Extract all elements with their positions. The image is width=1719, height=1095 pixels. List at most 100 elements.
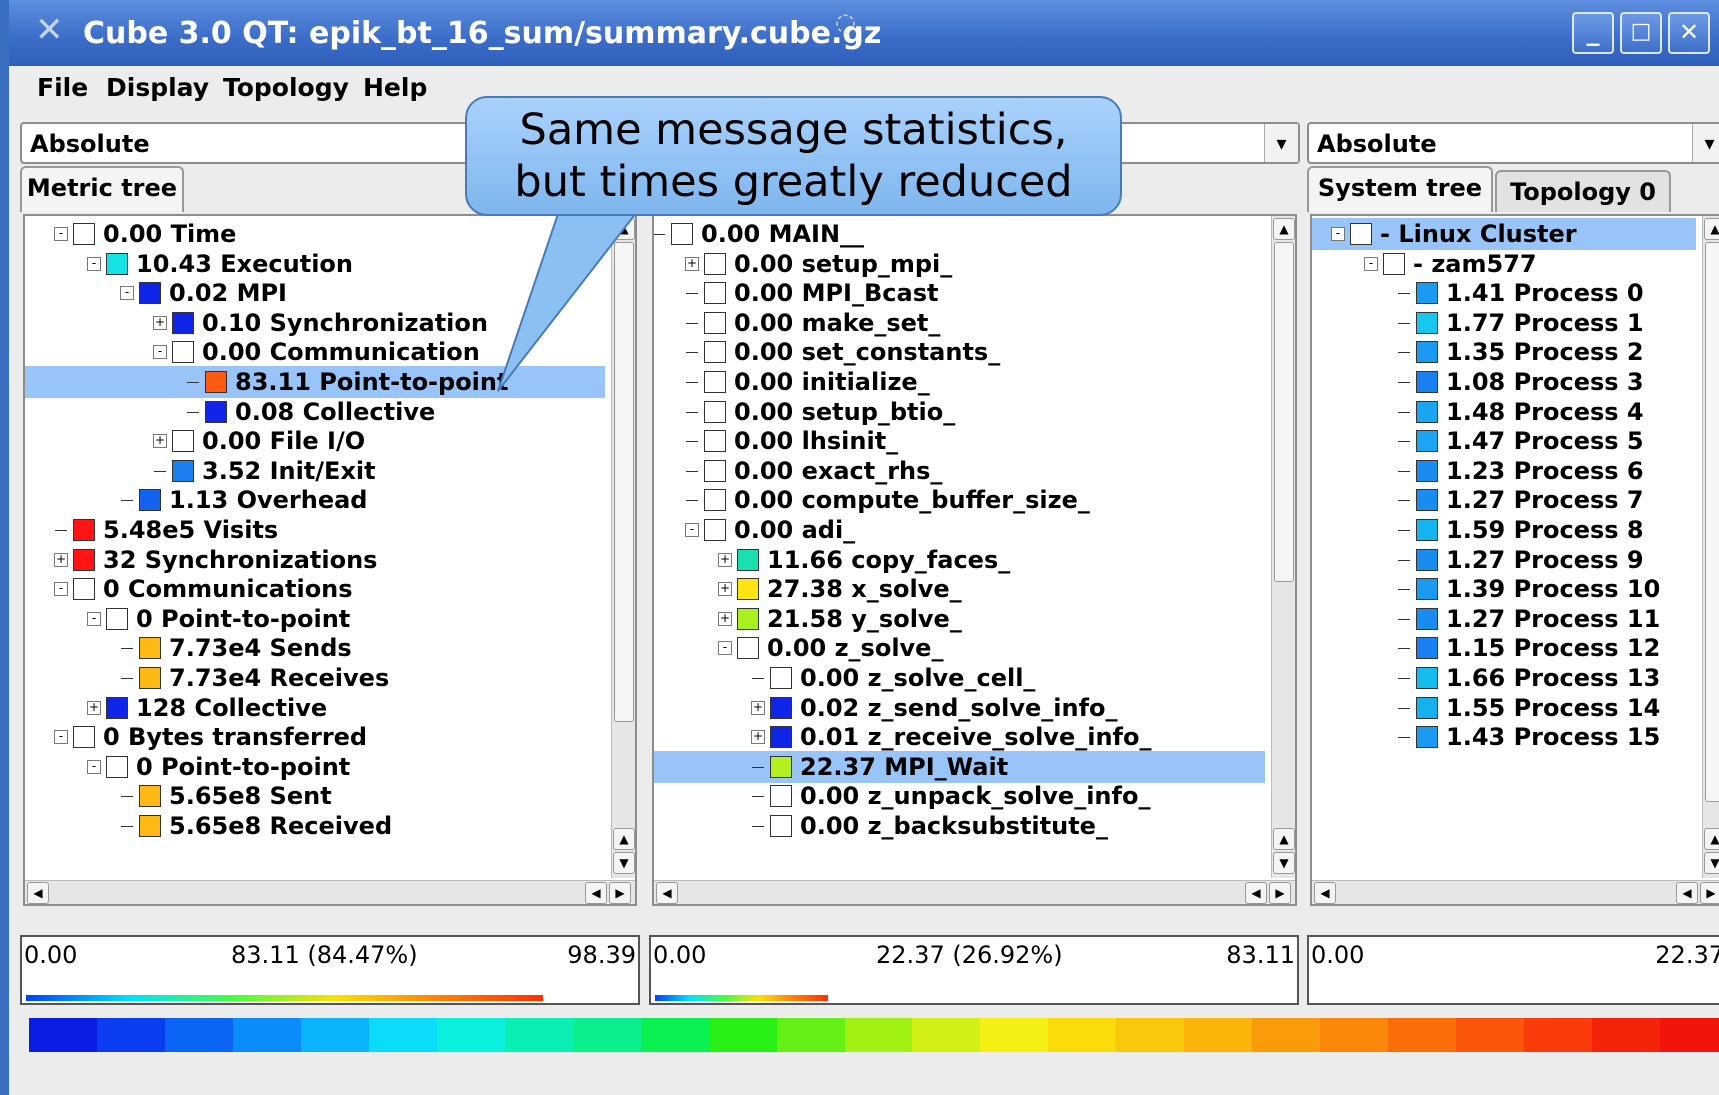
expand-icon[interactable]: +	[751, 730, 765, 745]
menu-file[interactable]: File	[37, 73, 88, 102]
calltree-row[interactable]: +11.66 copy_faces_	[654, 544, 1265, 576]
maximize-button[interactable]: □	[1620, 12, 1662, 54]
expand-icon[interactable]: +	[718, 582, 732, 597]
calltree-row[interactable]: +27.38 x_solve_	[654, 573, 1265, 605]
calltree-row[interactable]: 0.00 initialize_	[654, 366, 1265, 398]
calltree-row[interactable]: +21.58 y_solve_	[654, 603, 1265, 635]
expand-icon[interactable]: +	[87, 700, 101, 715]
title-bar[interactable]: ✕ Cube 3.0 QT: epik_bt_16_sum/summary.cu…	[9, 0, 1719, 66]
metric-row[interactable]: 5.65e8 Sent	[25, 780, 605, 812]
calltree-row[interactable]: 0.00 exact_rhs_	[654, 455, 1265, 487]
expand-icon[interactable]: +	[685, 256, 699, 271]
metric-vertical-scrollbar[interactable]: ▲ ▲ ▼	[611, 216, 635, 878]
system-row[interactable]: 1.35 Process 2	[1312, 336, 1696, 368]
system-row[interactable]: 1.77 Process 1	[1312, 307, 1696, 339]
calltree-row[interactable]: +0.00 setup_mpi_	[654, 248, 1265, 280]
scroll-up-icon[interactable]: ▲	[613, 828, 635, 850]
collapse-icon[interactable]: -	[685, 523, 699, 537]
collapse-icon[interactable]: -	[718, 641, 732, 656]
scroll-left-icon[interactable]: ◀	[1676, 882, 1698, 904]
system-row[interactable]: 1.27 Process 11	[1312, 603, 1696, 635]
metric-row[interactable]: - 0 Communications	[25, 573, 605, 605]
scroll-left-icon[interactable]: ◀	[1314, 882, 1336, 904]
minimize-button[interactable]: _	[1572, 12, 1614, 54]
scroll-thumb[interactable]	[614, 242, 634, 722]
metric-row[interactable]: 5.65e8 Received	[25, 810, 605, 842]
system-mode-select[interactable]: Absolute ▾	[1307, 122, 1719, 164]
metric-row[interactable]: 83.11 Point-to-point	[25, 366, 605, 398]
scroll-up-icon[interactable]: ▲	[1704, 218, 1719, 240]
system-row[interactable]: 1.47 Process 5	[1312, 425, 1696, 457]
calltree-row[interactable]: +0.02 z_send_solve_info_	[654, 692, 1265, 724]
scroll-down-icon[interactable]: ▼	[1704, 852, 1719, 874]
metric-row[interactable]: - 0.00 Time	[25, 218, 605, 250]
collapse-icon[interactable]: -	[120, 286, 134, 301]
expand-icon[interactable]: +	[153, 434, 167, 449]
metric-row[interactable]: - 0 Point-to-point	[25, 603, 605, 635]
metric-row[interactable]: - 0.02 MPI	[25, 277, 605, 309]
metric-row[interactable]: - 0 Point-to-point	[25, 751, 605, 783]
system-row[interactable]: 1.66 Process 13	[1312, 662, 1696, 694]
calltree-row[interactable]: 0.00 compute_buffer_size_	[654, 484, 1265, 516]
expand-icon[interactable]: +	[54, 552, 68, 567]
collapse-icon[interactable]: -	[1331, 227, 1345, 241]
system-row[interactable]: 1.55 Process 14	[1312, 692, 1696, 724]
calltree-row[interactable]: 0.00 set_constants_	[654, 336, 1265, 368]
metric-row[interactable]: - 0.00 Communication	[25, 336, 605, 368]
metric-row[interactable]: +32 Synchronizations	[25, 544, 605, 576]
calltree-row[interactable]: 0.00 MAIN__	[654, 218, 1265, 250]
close-button[interactable]: ✕	[1668, 12, 1710, 54]
scroll-left-icon[interactable]: ◀	[27, 882, 49, 904]
scroll-left-icon[interactable]: ◀	[585, 882, 607, 904]
metric-row[interactable]: 7.73e4 Sends	[25, 632, 605, 664]
expand-icon[interactable]: +	[718, 611, 732, 626]
system-row[interactable]: 1.59 Process 8	[1312, 514, 1696, 546]
metric-row[interactable]: 3.52 Init/Exit	[25, 455, 605, 487]
system-row[interactable]: - - Linux Cluster	[1312, 218, 1696, 250]
chevron-down-icon[interactable]: ▾	[1264, 124, 1298, 162]
scroll-thumb[interactable]	[1274, 242, 1294, 582]
system-row[interactable]: 1.15 Process 12	[1312, 632, 1696, 664]
system-row[interactable]: 1.27 Process 9	[1312, 544, 1696, 576]
scroll-up-icon[interactable]: ▲	[1273, 218, 1295, 240]
collapse-icon[interactable]: -	[87, 759, 101, 774]
metric-row[interactable]: +0.10 Synchronization	[25, 307, 605, 339]
calltree-row[interactable]: - 0.00 adi_	[654, 514, 1265, 546]
expand-icon[interactable]: +	[153, 315, 167, 330]
calltree-row[interactable]: 0.00 MPI_Bcast	[654, 277, 1265, 309]
calltree-row[interactable]: 0.00 z_solve_cell_	[654, 662, 1265, 694]
menu-help[interactable]: Help	[363, 73, 427, 102]
metric-row[interactable]: +0.00 File I/O	[25, 425, 605, 457]
system-row[interactable]: 1.39 Process 10	[1312, 573, 1696, 605]
collapse-icon[interactable]: -	[87, 611, 101, 626]
system-row[interactable]: 1.48 Process 4	[1312, 396, 1696, 428]
system-row[interactable]: 1.41 Process 0	[1312, 277, 1696, 309]
scroll-up-icon[interactable]: ▲	[1273, 828, 1295, 850]
scroll-up-icon[interactable]: ▲	[613, 218, 635, 240]
collapse-icon[interactable]: -	[87, 256, 101, 271]
collapse-icon[interactable]: -	[54, 582, 68, 597]
scroll-left-icon[interactable]: ◀	[1245, 882, 1267, 904]
scroll-down-icon[interactable]: ▼	[613, 852, 635, 874]
calltree-row[interactable]: 0.00 z_unpack_solve_info_	[654, 780, 1265, 812]
tab-metric-tree[interactable]: Metric tree	[20, 166, 184, 212]
collapse-icon[interactable]: -	[54, 227, 68, 241]
menu-display[interactable]: Display	[106, 73, 209, 102]
metric-row[interactable]: +128 Collective	[25, 692, 605, 724]
calltree-vertical-scrollbar[interactable]: ▲ ▲ ▼	[1271, 216, 1295, 878]
calltree-row[interactable]: 22.37 MPI_Wait	[654, 750, 1265, 783]
tab-system-tree[interactable]: System tree	[1307, 166, 1493, 212]
collapse-icon[interactable]: -	[54, 730, 68, 745]
calltree-row[interactable]: 0.00 make_set_	[654, 307, 1265, 339]
scroll-left-icon[interactable]: ◀	[656, 882, 678, 904]
metric-row[interactable]: - 0 Bytes transferred	[25, 721, 605, 753]
expand-icon[interactable]: +	[751, 700, 765, 715]
calltree-horizontal-scrollbar[interactable]: ◀ ◀ ▶	[654, 880, 1295, 904]
calltree-row[interactable]: 0.00 z_backsubstitute_	[654, 810, 1265, 842]
system-row[interactable]: 1.43 Process 15	[1312, 721, 1696, 753]
expand-icon[interactable]: +	[718, 552, 732, 567]
calltree-row[interactable]: - 0.00 z_solve_	[654, 632, 1265, 664]
chevron-down-icon[interactable]: ▾	[1692, 124, 1719, 162]
system-row[interactable]: 1.08 Process 3	[1312, 366, 1696, 398]
metric-row[interactable]: 1.13 Overhead	[25, 484, 605, 516]
